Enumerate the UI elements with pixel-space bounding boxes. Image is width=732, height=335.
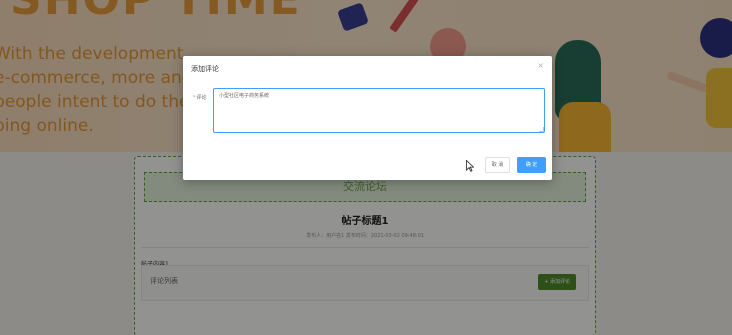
comment-textarea[interactable] [213, 88, 545, 133]
dialog-title: 添加评论 [191, 65, 219, 73]
add-comment-dialog: 添加评论 × *评论 取 消 确 定 [183, 56, 552, 180]
resize-handle-icon[interactable] [539, 127, 544, 132]
required-mark: * [193, 95, 196, 101]
cancel-button[interactable]: 取 消 [485, 157, 510, 173]
confirm-button[interactable]: 确 定 [517, 157, 546, 173]
comment-field-label: *评论 [193, 94, 207, 101]
comment-label-text: 评论 [196, 95, 207, 101]
close-icon[interactable]: × [537, 61, 544, 70]
